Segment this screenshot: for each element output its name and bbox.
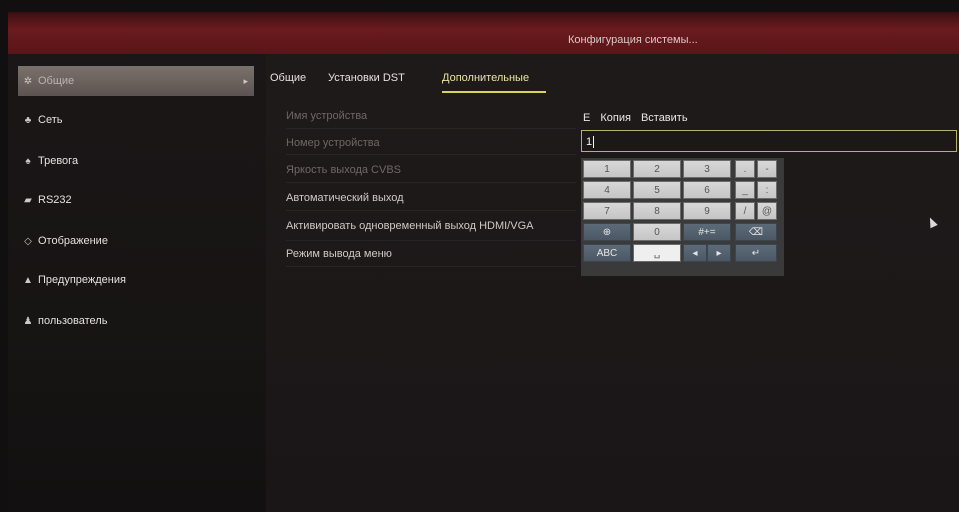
key-0[interactable]: 0: [633, 223, 681, 241]
copy-button[interactable]: Копия: [600, 112, 631, 124]
cursor-left-key[interactable]: ◂: [683, 244, 707, 262]
sidebar-item-warnings[interactable]: ▲ Предупреждения: [18, 265, 254, 295]
screen: Конфигурация системы... ✲ Общие ▸ ♣ Сеть…: [8, 12, 959, 512]
key-6[interactable]: 6: [683, 181, 731, 199]
active-tab-indicator: [442, 91, 546, 93]
key-7[interactable]: 7: [583, 202, 631, 220]
keyboard-toolbar: E Копия Вставить: [583, 110, 688, 126]
chevron-right-icon: ▸: [243, 75, 248, 86]
serial-port-icon: ▰: [24, 194, 32, 206]
key-3[interactable]: 3: [683, 160, 731, 178]
sidebar-item-display[interactable]: ◇ Отображение: [18, 226, 254, 256]
sidebar-item-network[interactable]: ♣ Сеть: [18, 105, 254, 135]
key-colon[interactable]: :: [757, 181, 777, 199]
arrow-left-icon: ◂: [692, 247, 698, 259]
divider: [286, 210, 576, 211]
device-number-input[interactable]: 1: [581, 130, 957, 152]
paste-button[interactable]: Вставить: [641, 112, 688, 124]
key-9[interactable]: 9: [683, 202, 731, 220]
menu-output-label: Режим вывода меню: [286, 248, 392, 260]
key-dot[interactable]: .: [735, 160, 755, 178]
alarm-icon: ♠: [25, 155, 31, 167]
text-caret: [593, 136, 595, 149]
sidebar-item-label: Предупреждения: [38, 274, 126, 286]
sidebar-item-alarm[interactable]: ♠ Тревога: [18, 146, 254, 176]
gear-icon: ✲: [23, 75, 33, 87]
cvbs-brightness-label: Яркость выхода CVBS: [286, 164, 401, 176]
divider: [286, 266, 576, 267]
key-slash[interactable]: /: [735, 202, 755, 220]
divider: [286, 182, 576, 183]
sidebar-item-label: Сеть: [38, 114, 63, 126]
sidebar: ✲ Общие ▸ ♣ Сеть ♠ Тревога ▰ RS232 ◇ Ото…: [8, 54, 266, 512]
sidebar-item-label: RS232: [38, 194, 72, 206]
globe-icon: ⊕: [602, 226, 612, 238]
sidebar-item-label: Отображение: [38, 235, 108, 247]
key-at[interactable]: @: [757, 202, 777, 220]
cursor-right-key[interactable]: ▸: [707, 244, 731, 262]
key-dash[interactable]: -: [757, 160, 777, 178]
device-number-label: Номер устройства: [286, 137, 380, 149]
space-icon: ␣: [653, 247, 661, 259]
symbols-key[interactable]: #+=: [683, 223, 731, 241]
key-1[interactable]: 1: [583, 160, 631, 178]
sidebar-item-label: Тревога: [38, 155, 79, 167]
keyboard-mode-indicator: E: [583, 112, 591, 124]
key-2[interactable]: 2: [633, 160, 681, 178]
window-title: Конфигурация системы...: [568, 34, 698, 46]
display-icon: ◇: [24, 235, 32, 247]
key-5[interactable]: 5: [633, 181, 681, 199]
divider: [286, 154, 576, 155]
divider: [286, 240, 576, 241]
sidebar-item-label: пользователь: [38, 315, 108, 327]
sidebar-item-label: Общие: [38, 75, 75, 87]
warning-icon: ▲: [23, 274, 33, 286]
device-name-label: Имя устройства: [286, 110, 368, 122]
arrow-right-icon: ▸: [716, 247, 722, 259]
language-key[interactable]: ⊕: [583, 223, 631, 241]
key-4[interactable]: 4: [583, 181, 631, 199]
users-icon: ♟: [23, 315, 33, 327]
backspace-key[interactable]: ⌫: [735, 223, 777, 241]
auto-logout-label: Автоматический выход: [286, 192, 404, 204]
backspace-icon: ⌫: [748, 226, 764, 238]
tab-general[interactable]: Общие: [270, 72, 306, 84]
sidebar-item-general[interactable]: ✲ Общие ▸: [18, 66, 254, 96]
divider: [286, 128, 576, 129]
main-panel: Общие Установки DST Дополнительные Имя у…: [266, 54, 959, 512]
sidebar-item-rs232[interactable]: ▰ RS232: [18, 185, 254, 215]
enter-key[interactable]: ↵: [735, 244, 777, 262]
abc-key[interactable]: ABC: [583, 244, 631, 262]
enter-icon: ↵: [751, 247, 761, 259]
space-key[interactable]: ␣: [633, 244, 681, 262]
network-icon: ♣: [24, 114, 32, 126]
title-bar: Конфигурация системы...: [8, 12, 959, 54]
hdmi-vga-label: Активировать одновременный выход HDMI/VG…: [286, 220, 534, 232]
tab-advanced[interactable]: Дополнительные: [442, 72, 529, 84]
key-8[interactable]: 8: [633, 202, 681, 220]
sidebar-item-user[interactable]: ♟ пользователь: [18, 306, 254, 336]
on-screen-keyboard: 1 2 3 . - 4 5 6 _ : 7 8 9 / @ ⊕ 0 #+= ⌫ …: [581, 158, 784, 276]
tab-dst[interactable]: Установки DST: [328, 72, 405, 84]
input-value: 1: [586, 136, 593, 148]
key-underscore[interactable]: _: [735, 181, 755, 199]
